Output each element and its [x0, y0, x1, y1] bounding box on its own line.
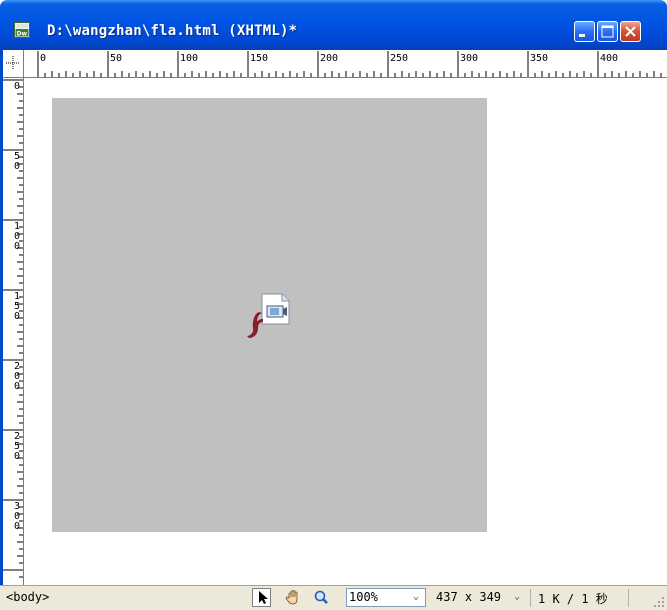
hand-tool-button[interactable] [284, 588, 303, 607]
hand-tool-icon [285, 590, 298, 605]
ruler-label: 150 [13, 291, 21, 322]
ruler-label: 200 [320, 53, 339, 64]
ruler-label: 50 [110, 53, 123, 64]
close-icon [625, 26, 636, 37]
ruler-label: 350 [530, 53, 549, 64]
ruler-label: 250 [13, 431, 21, 462]
chevron-down-icon[interactable]: ⌄ [514, 591, 520, 602]
svg-text:Dw: Dw [17, 31, 28, 38]
title-bar[interactable]: Dw D:\wangzhan\fla.html (XHTML)* [0, 0, 667, 50]
dreamweaver-icon: Dw [14, 22, 30, 38]
pointer-tool-button[interactable] [252, 588, 271, 607]
ruler-label: 200 [13, 361, 21, 392]
close-button[interactable] [620, 21, 641, 42]
ruler-label: 300 [13, 501, 21, 532]
document-size-download-time: 1 K / 1 秒 [538, 592, 608, 606]
ruler-label: 0 [40, 53, 47, 64]
ruler-origin[interactable] [0, 50, 24, 78]
divider [530, 589, 531, 607]
divider [628, 589, 629, 607]
window-border [0, 50, 3, 585]
zoom-tool-button[interactable] [312, 588, 331, 607]
ruler-label: 250 [390, 53, 409, 64]
ruler-origin-icon [6, 56, 20, 70]
minimize-button[interactable] [574, 21, 595, 42]
resize-grip-icon[interactable] [653, 596, 665, 608]
ruler-label: 300 [460, 53, 479, 64]
zoom-value: 100% [349, 590, 378, 604]
maximize-icon [601, 25, 614, 38]
chevron-down-icon: ⌄ [413, 591, 420, 602]
status-bar: <body> 100% ⌄ 437 x 349 ⌄ 1 K / 1 秒 [0, 585, 667, 610]
ruler-label: 100 [13, 221, 21, 252]
ruler-label: 150 [250, 53, 269, 64]
minimize-icon [579, 34, 585, 37]
window-size[interactable]: 437 x 349 [436, 590, 501, 604]
tag-selector-body[interactable]: <body> [6, 590, 49, 604]
zoom-tool-icon [314, 590, 328, 604]
ruler-label: 0 [13, 81, 21, 92]
maximize-button[interactable] [597, 21, 618, 42]
ruler-label: 50 [13, 151, 21, 172]
zoom-level-select[interactable]: 100% ⌄ [346, 588, 426, 607]
pointer-tool-icon [259, 591, 268, 604]
ruler-label: 400 [600, 53, 619, 64]
ruler-label: 100 [180, 53, 199, 64]
window-title: D:\wangzhan\fla.html (XHTML)* [47, 23, 298, 39]
flash-file-icon [247, 293, 290, 338]
